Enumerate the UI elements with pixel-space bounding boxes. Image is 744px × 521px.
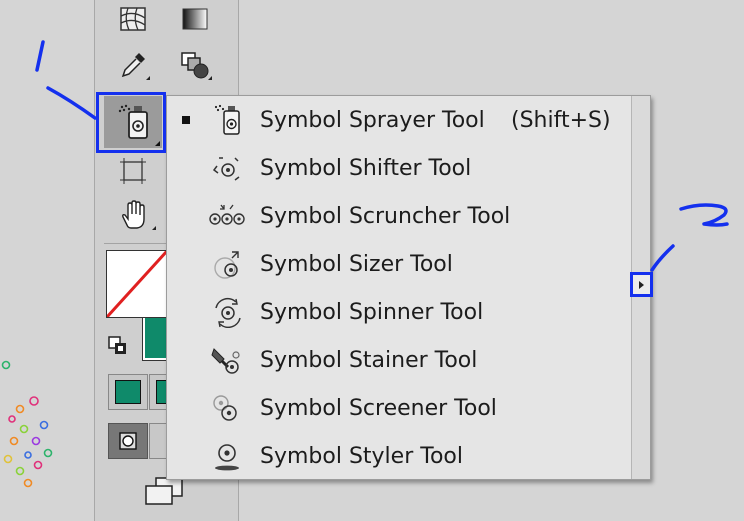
- annotation-highlight-box: [96, 92, 166, 153]
- menu-item-symbol-screener[interactable]: Symbol Screener Tool: [167, 384, 629, 432]
- default-fill-stroke-icon: [108, 336, 126, 354]
- screen-mode-button[interactable]: [142, 476, 186, 510]
- symbol-scruncher-icon: [207, 196, 247, 236]
- gradient-tool-button[interactable]: [180, 4, 210, 34]
- hand-tool-button[interactable]: [118, 200, 156, 230]
- menu-item-symbol-sizer[interactable]: Symbol Sizer Tool: [167, 240, 629, 288]
- menu-item-label: Symbol Sizer Tool: [260, 251, 453, 277]
- symbol-shifter-icon: [207, 148, 247, 188]
- annotation-pointer-1: [46, 86, 97, 120]
- menu-item-symbol-styler[interactable]: Symbol Styler Tool: [167, 432, 629, 480]
- draw-normal-button[interactable]: [108, 423, 148, 459]
- menu-item-label: Symbol Styler Tool: [260, 443, 463, 469]
- eyedropper-icon: [121, 53, 145, 78]
- tearoff-button[interactable]: [630, 272, 653, 297]
- sprayed-symbols: [1, 360, 53, 488]
- screen-mode-icon: [145, 477, 183, 505]
- menu-item-label: Symbol Spinner Tool: [260, 299, 484, 325]
- menu-item-symbol-stainer[interactable]: Symbol Stainer Tool: [167, 336, 629, 384]
- symbol-screener-icon: [207, 388, 247, 428]
- symbol-sprayer-icon: [207, 100, 247, 140]
- blend-icon: [181, 52, 209, 79]
- mesh-icon: [120, 7, 146, 31]
- default-fill-stroke-button[interactable]: [107, 335, 129, 357]
- menu-item-label: Symbol Sprayer Tool: [260, 107, 485, 133]
- draw-mode-icon: [119, 432, 137, 450]
- symbol-sizer-icon: [207, 244, 247, 284]
- artboard-icon: [120, 158, 146, 184]
- menu-item-shortcut: (Shift+S): [511, 107, 611, 133]
- no-color-icon: [107, 251, 167, 317]
- symbol-tools-flyout-menu: Symbol Sprayer Tool (Shift+S) Symbol Shi…: [166, 95, 651, 480]
- menu-item-label: Symbol Stainer Tool: [260, 347, 478, 373]
- menu-item-symbol-spinner[interactable]: Symbol Spinner Tool: [167, 288, 629, 336]
- symbol-styler-icon: [207, 436, 247, 476]
- mesh-tool-button[interactable]: [118, 4, 148, 34]
- symbol-spinner-icon: [207, 292, 247, 332]
- hand-icon: [122, 200, 145, 229]
- color-mode-icon: [115, 380, 141, 404]
- gradient-icon: [182, 8, 208, 30]
- stroke-swatch[interactable]: [106, 250, 168, 318]
- artboard-tool-button[interactable]: [118, 156, 148, 186]
- eyedropper-tool-button[interactable]: [118, 50, 150, 80]
- tearoff-arrow-icon: [639, 280, 644, 289]
- menu-item-label: Symbol Screener Tool: [260, 395, 497, 421]
- blend-tool-button[interactable]: [180, 50, 212, 80]
- menu-item-label: Symbol Scruncher Tool: [260, 203, 511, 229]
- menu-item-symbol-sprayer[interactable]: Symbol Sprayer Tool (Shift+S): [167, 96, 629, 144]
- menu-item-symbol-shifter[interactable]: Symbol Shifter Tool: [167, 144, 629, 192]
- color-mode-button[interactable]: [108, 374, 148, 410]
- menu-item-label: Symbol Shifter Tool: [260, 155, 472, 181]
- annotation-two: [679, 203, 729, 227]
- symbol-stainer-icon: [207, 340, 247, 380]
- selected-indicator: [182, 116, 190, 124]
- annotation-pointer-2: [650, 244, 675, 272]
- annotation-one: [35, 40, 45, 72]
- menu-item-symbol-scruncher[interactable]: Symbol Scruncher Tool: [167, 192, 629, 240]
